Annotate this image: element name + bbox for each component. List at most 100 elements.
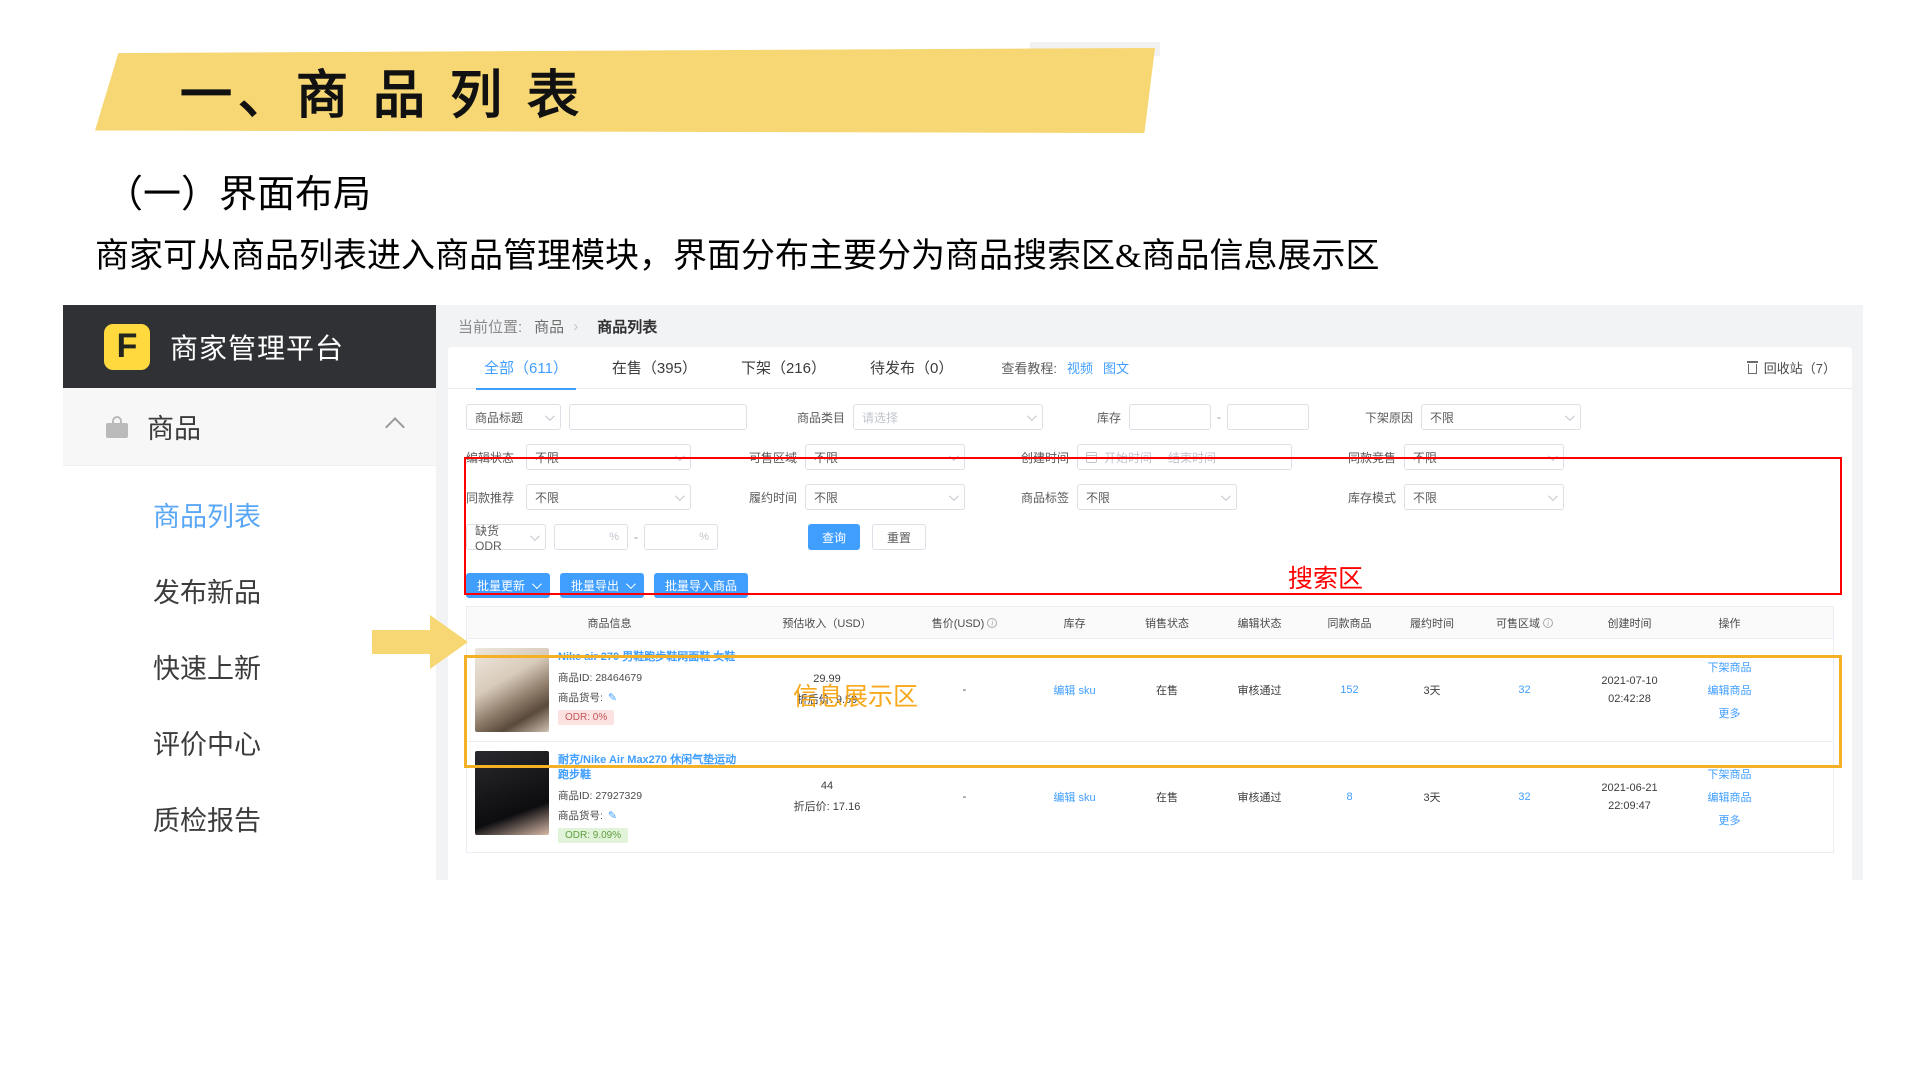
query-button[interactable]: 查询 [808,524,861,550]
created-date: 2021-07-10 [1601,675,1658,687]
tutorial-video-link[interactable]: 视频 [1067,358,1093,377]
info-icon[interactable]: i [987,617,998,628]
income-value: 44 [820,779,834,792]
product-info-cell: 耐克/Nike Air Max270 休闲气垫运动跑步鞋 商品ID: 27927… [467,742,752,852]
bulk-export-button[interactable]: 批量导出 [560,573,645,598]
region-cell[interactable]: 32 [1472,742,1577,852]
bulk-export-label: 批量导出 [571,579,620,593]
fulfil-value: 不限 [814,490,839,505]
section-heading: （一）界面布局 [105,174,372,216]
estimated-income-cell: 44 折后价: 17.16 [752,742,902,852]
odr-min-input[interactable]: % [554,524,628,550]
product-info-cell: Nike air 270 男鞋跑步鞋网面鞋 女鞋 商品ID: 28464679 … [467,639,752,741]
title-type-select[interactable]: 商品标题 [466,404,561,430]
table-row[interactable]: 耐克/Nike Air Max270 休闲气垫运动跑步鞋 商品ID: 27927… [467,742,1833,853]
tab-all[interactable]: 全部（611） [462,347,590,390]
tab-label: 全部（611） [484,360,568,377]
odr-badge: ODR: 9.09% [558,827,629,843]
sidebar-brand: F 商家管理平台 [63,305,436,388]
chevron-right-icon: › [573,317,579,335]
stock-label: 库存 [1096,410,1121,425]
edit-status-select[interactable]: 不限 [526,444,691,470]
breadcrumb-node[interactable]: 商品 [534,316,564,337]
product-thumbnail[interactable] [475,648,549,732]
more-action[interactable]: 更多 [1719,705,1741,721]
section-description: 商家可从商品列表进入商品管理模块，界面分布主要分为商品搜索区&商品信息展示区 [95,238,1380,275]
sidebar-item-quality-report[interactable]: 质检报告 [63,790,436,846]
sidebar-item-product-list[interactable]: 商品列表 [63,486,436,542]
created-time-cell: 2021-07-10 02:42:28 [1577,639,1682,741]
annotation-display-area: 信息展示区 [793,684,919,711]
sidebar-group-products[interactable]: 商品 [63,388,436,466]
chevron-down-icon [948,490,959,501]
edit-status-cell: 审核通过 [1237,791,1282,804]
app-screenshot: F 商家管理平台 商品 商品列表 发布新品 快速上新 评价中心 质检报告 当前位… [63,305,1863,885]
edit-status-cell: 审核通过 [1237,685,1282,697]
recycle-bin-button[interactable]: 回收站（7） [1746,358,1836,377]
product-name[interactable]: 耐克/Nike Air Max270 休闲气垫运动跑步鞋 [558,753,744,783]
column-header-product-info: 商品信息 [587,617,632,630]
product-sku: 商品货号: ✎ [558,691,618,704]
range-dash: - [1217,410,1221,424]
status-tabs: 全部（611） 在售（395） 下架（216） 待发布（0） 查看教程: 视频 … [448,347,1852,390]
sidebar-item-review-center[interactable]: 评价中心 [63,714,436,770]
offshelf-action[interactable]: 下架商品 [1708,766,1752,782]
same-product-cell[interactable]: 8 [1307,742,1392,852]
discount-value: 折后价: 17.16 [793,800,861,813]
category-select[interactable]: 请选择 [853,404,1043,430]
tag-select[interactable]: 不限 [1077,484,1237,510]
tab-on-sale[interactable]: 在售（395） [590,347,719,389]
stock-min-input[interactable] [1129,404,1211,430]
compete-select[interactable]: 不限 [1404,444,1564,470]
edit-action[interactable]: 编辑商品 [1708,682,1752,698]
edit-action[interactable]: 编辑商品 [1708,789,1752,805]
filter-stock-mode: 库存模式 不限 [1336,484,1564,510]
slide-title-banner: 一、商 品 列 表 [95,48,1155,133]
stockmode-select[interactable]: 不限 [1404,484,1564,510]
column-header-created-time: 创建时间 [1607,617,1652,630]
odr-type-select[interactable]: 缺货ODR [466,524,546,553]
sidebar-item-publish-new[interactable]: 发布新品 [63,562,436,618]
created-clock: 22:09:47 [1608,799,1651,812]
product-name[interactable]: Nike air 270 男鞋跑步鞋网面鞋 女鞋 [558,650,735,665]
column-header-same-product: 同款商品 [1327,617,1372,630]
recommend-select[interactable]: 不限 [526,484,691,510]
chevron-down-icon [1547,450,1558,461]
tab-pending[interactable]: 待发布（0） [848,347,975,389]
edit-status-label: 编辑状态 [466,450,515,465]
region-cell[interactable]: 32 [1472,639,1577,741]
stock-edit-sku-link[interactable]: 编辑 sku [1027,639,1122,741]
bulk-import-button[interactable]: 批量导入商品 [654,573,749,598]
fulfil-select[interactable]: 不限 [805,484,965,510]
more-action[interactable]: 更多 [1719,812,1741,828]
column-header-estimated-income: 预估收入（USD） [782,617,872,630]
bulk-update-button[interactable]: 批量更新 [466,573,551,598]
tutorial-article-link[interactable]: 图文 [1103,358,1129,377]
category-value: 请选择 [862,410,899,425]
edit-pencil-icon[interactable]: ✎ [608,691,617,704]
odr-max-input[interactable]: % [644,524,718,550]
stock-edit-sku-link[interactable]: 编辑 sku [1027,742,1122,852]
product-id: 商品ID: 28464679 [558,671,643,684]
title-input[interactable] [569,404,747,430]
tab-off-shelf[interactable]: 下架（216） [719,347,848,389]
edit-pencil-icon[interactable]: ✎ [608,809,617,822]
created-range-picker[interactable]: 开始时间 - 结束时间 [1077,444,1292,470]
offshelf-select[interactable]: 不限 [1421,404,1581,430]
table-row[interactable]: Nike air 270 男鞋跑步鞋网面鞋 女鞋 商品ID: 28464679 … [467,639,1833,742]
trash-icon [1746,361,1758,374]
stock-max-input[interactable] [1227,404,1309,430]
same-product-cell[interactable]: 152 [1307,639,1392,741]
chevron-down-icon [1547,490,1558,501]
reset-button[interactable]: 重置 [872,524,927,550]
offshelf-action[interactable]: 下架商品 [1708,659,1752,675]
operations-cell: 下架商品 编辑商品 更多 [1682,742,1777,852]
product-thumbnail[interactable] [475,751,549,835]
bag-icon [106,415,128,438]
filter-row-4: 缺货ODR % - % 查询 重置 [466,519,1834,555]
info-icon[interactable]: i [1543,617,1553,628]
range-dash: - [634,530,638,544]
region-select[interactable]: 不限 [805,444,965,470]
filter-category: 商品类目 请选择 [785,404,1043,430]
filter-fulfil-time: 履约时间 不限 [737,484,965,510]
